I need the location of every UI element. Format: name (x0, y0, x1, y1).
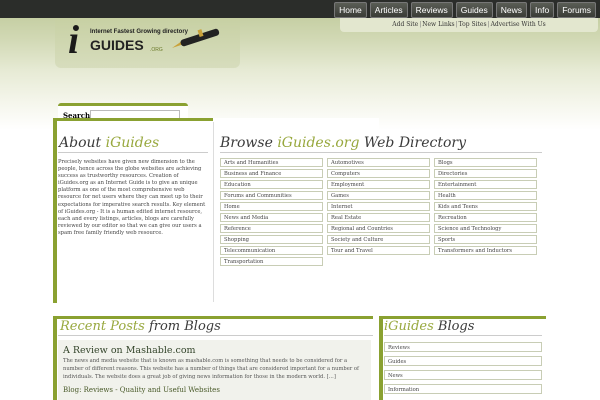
category-link[interactable]: Arts and Humanities (220, 158, 323, 167)
blog-link[interactable]: Guides (384, 356, 542, 366)
blog-list: Reviews Guides News Information (384, 342, 542, 394)
category-link[interactable]: Real Estate (327, 213, 430, 222)
nav-articles[interactable]: Articles (369, 2, 408, 18)
category-link[interactable]: Tour and Travel (327, 246, 430, 255)
about-accent-bar (53, 118, 57, 303)
logo-name[interactable]: GUIDES (90, 37, 144, 53)
category-link[interactable]: Education (220, 180, 323, 189)
logo-domain: .ORG (150, 47, 163, 53)
category-column-1: Arts and Humanities Business and Finance… (220, 158, 323, 266)
about-divider (58, 152, 208, 153)
subnav-add-site[interactable]: Add Site (392, 21, 418, 28)
category-link[interactable]: Business and Finance (220, 169, 323, 178)
subnav-advertise[interactable]: Advertise With Us (491, 21, 546, 28)
category-link[interactable]: Regional and Countries (327, 224, 430, 233)
browse-title: Browse iGuides.org Web Directory (220, 135, 467, 151)
subnav-top-sites[interactable]: Top Sites (459, 21, 487, 28)
category-column-3: Blogs Directories Entertainment Health K… (434, 158, 537, 255)
category-link[interactable]: Science and Technology (434, 224, 537, 233)
category-link[interactable]: Home (220, 202, 323, 211)
category-link[interactable]: Reference (220, 224, 323, 233)
nav-news[interactable]: News (495, 2, 527, 18)
iguides-blogs-title: iGuides Blogs (384, 319, 475, 334)
category-link[interactable]: Directories (434, 169, 537, 178)
nav-info[interactable]: Info (530, 2, 555, 18)
about-title: About iGuides (59, 135, 160, 151)
blogs-divider (384, 335, 542, 336)
about-top-bar (53, 118, 213, 121)
blog-link[interactable]: News (384, 370, 542, 380)
logo-letter[interactable]: i (68, 20, 79, 60)
column-divider (213, 122, 214, 302)
recent-divider (58, 335, 373, 336)
category-link[interactable]: Games (327, 191, 430, 200)
recent-posts-title: Recent Posts from Blogs (60, 319, 221, 334)
category-link[interactable]: Internet (327, 202, 430, 211)
sub-nav: Add Site|New Links|Top Sites|Advertise W… (340, 18, 598, 32)
category-link[interactable]: Health (434, 191, 537, 200)
category-link[interactable]: Automotives (327, 158, 430, 167)
category-link[interactable]: Kids and Teens (434, 202, 537, 211)
category-link[interactable]: Employment (327, 180, 430, 189)
category-link[interactable]: Forums and Communities (220, 191, 323, 200)
browse-divider (220, 152, 542, 153)
nav-guides[interactable]: Guides (455, 2, 493, 18)
post-excerpt: The news and media website that is known… (63, 358, 359, 380)
nav-reviews[interactable]: Reviews (410, 2, 453, 18)
category-link[interactable]: Computers (327, 169, 430, 178)
category-link[interactable]: Blogs (434, 158, 537, 167)
nav-home[interactable]: Home (334, 2, 367, 18)
category-link[interactable]: Entertainment (434, 180, 537, 189)
subnav-new-links[interactable]: New Links (422, 21, 454, 28)
category-link[interactable]: Sports (434, 235, 537, 244)
category-link[interactable]: Transformers and Inductors (434, 246, 537, 255)
category-link[interactable]: News and Media (220, 213, 323, 222)
blog-link[interactable]: Information (384, 384, 542, 394)
main-nav: Home Articles Reviews Guides News Info F… (334, 2, 596, 18)
category-link[interactable]: Shopping (220, 235, 323, 244)
fountain-pen-icon (172, 28, 220, 48)
category-link[interactable]: Society and Culture (327, 235, 430, 244)
blog-link[interactable]: Reviews (384, 342, 542, 352)
category-column-2: Automotives Computers Employment Games I… (327, 158, 430, 255)
category-link[interactable]: Transportation (220, 257, 323, 266)
about-text: Precisely websites have given new dimens… (58, 159, 206, 236)
post-title-link[interactable]: A Review on Mashable.com (63, 345, 196, 356)
category-link[interactable]: Recreation (434, 213, 537, 222)
nav-forums[interactable]: Forums (557, 2, 596, 18)
blogs-accent-bar (379, 316, 383, 400)
recent-accent-bar (53, 316, 57, 400)
category-link[interactable]: Telecommunication (220, 246, 323, 255)
post-category-link[interactable]: Blog: Reviews - Quality and Useful Websi… (63, 386, 220, 394)
